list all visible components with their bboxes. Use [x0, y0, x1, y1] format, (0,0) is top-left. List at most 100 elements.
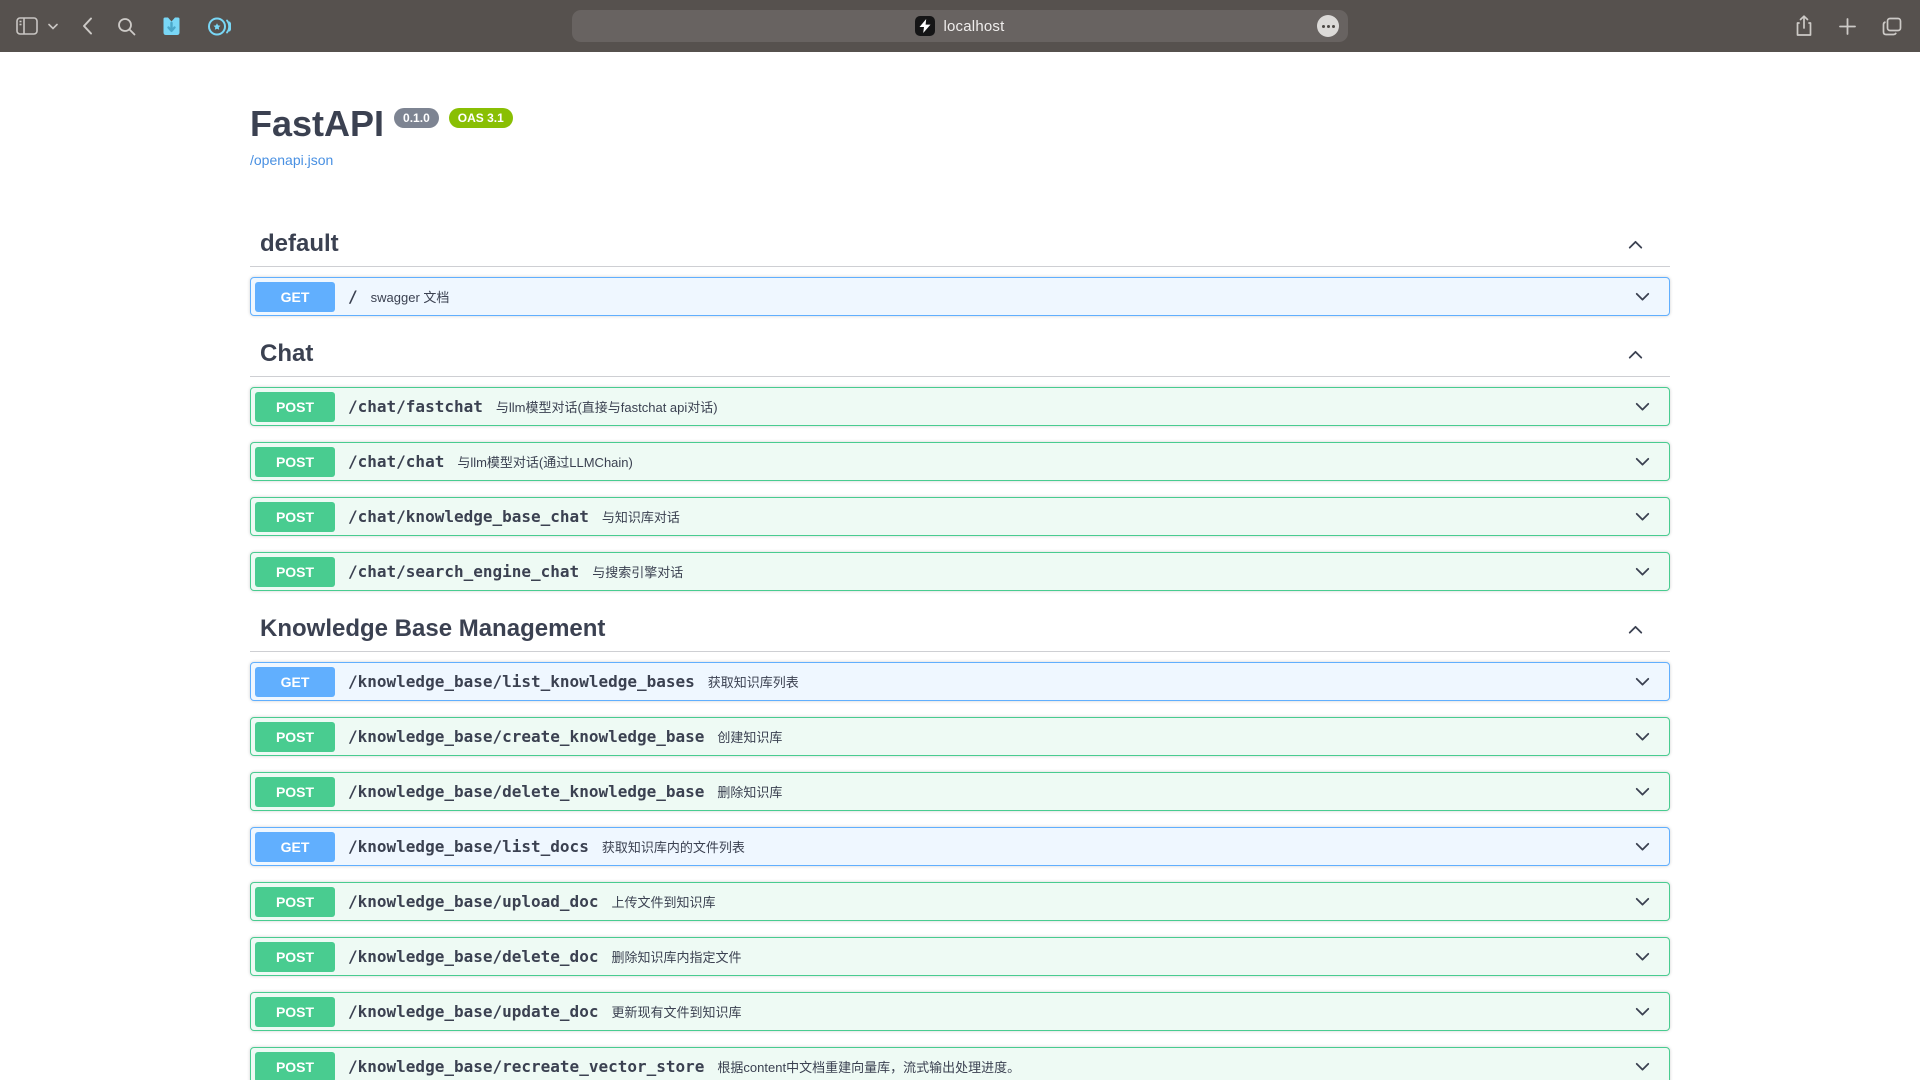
- section-title: default: [260, 230, 339, 258]
- endpoint-description: 创建知识库: [717, 727, 782, 746]
- browser-chrome: localhost: [0, 0, 1920, 52]
- endpoint-path: /knowledge_base/list_knowledge_bases: [348, 672, 695, 691]
- opblock-tag-section: Chat POST /chat/fastchat 与llm模型对话(直接与fas…: [250, 332, 1670, 591]
- page-content: FastAPI 0.1.0 OAS 3.1 /openapi.json defa…: [0, 52, 1920, 1080]
- expand-endpoint-button[interactable]: [1632, 451, 1665, 472]
- opblock-tag-section: Knowledge Base Management GET /knowledge…: [250, 607, 1670, 1080]
- extension-bookmark-icon[interactable]: [160, 15, 183, 38]
- opblock-tag-section: default GET / swagger 文档: [250, 222, 1670, 316]
- section-title: Chat: [260, 340, 313, 368]
- endpoint-path: /knowledge_base/update_doc: [348, 1002, 598, 1021]
- openapi-json-link[interactable]: /openapi.json: [250, 152, 333, 168]
- section-header[interactable]: Knowledge Base Management: [250, 607, 1670, 652]
- endpoint-description: 与知识库对话: [602, 507, 680, 526]
- method-badge: POST: [255, 447, 335, 477]
- collapse-section-button[interactable]: [1625, 234, 1660, 255]
- expand-endpoint-button[interactable]: [1632, 396, 1665, 417]
- endpoint-row[interactable]: POST /knowledge_base/delete_doc 删除知识库内指定…: [250, 937, 1670, 976]
- endpoint-path: /chat/fastchat: [348, 397, 483, 416]
- method-badge: POST: [255, 942, 335, 972]
- section-header[interactable]: default: [250, 222, 1670, 267]
- endpoint-path: /knowledge_base/delete_doc: [348, 947, 598, 966]
- method-badge: POST: [255, 997, 335, 1027]
- method-badge: GET: [255, 832, 335, 862]
- section-body: GET / swagger 文档: [250, 267, 1670, 316]
- section-header[interactable]: Chat: [250, 332, 1670, 377]
- endpoint-description: 删除知识库内指定文件: [611, 947, 741, 966]
- expand-endpoint-button[interactable]: [1632, 891, 1665, 912]
- api-info: FastAPI 0.1.0 OAS 3.1 /openapi.json: [250, 102, 1670, 170]
- share-icon[interactable]: [1795, 15, 1813, 37]
- section-body: POST /chat/fastchat 与llm模型对话(直接与fastchat…: [250, 377, 1670, 591]
- back-icon[interactable]: [82, 17, 93, 35]
- collapse-section-button[interactable]: [1625, 619, 1660, 640]
- endpoint-path: /knowledge_base/create_knowledge_base: [348, 727, 704, 746]
- expand-endpoint-button[interactable]: [1632, 1001, 1665, 1022]
- endpoint-description: 与llm模型对话(通过LLMChain): [457, 452, 633, 471]
- expand-endpoint-button[interactable]: [1632, 286, 1665, 307]
- toolbar-right: [1795, 0, 1902, 52]
- collapse-section-button[interactable]: [1625, 344, 1660, 365]
- section-title: Knowledge Base Management: [260, 615, 605, 643]
- method-badge: POST: [255, 722, 335, 752]
- expand-endpoint-button[interactable]: [1632, 726, 1665, 747]
- expand-endpoint-button[interactable]: [1632, 671, 1665, 692]
- expand-endpoint-button[interactable]: [1632, 836, 1665, 857]
- sidebar-toggle-icon[interactable]: [16, 17, 38, 35]
- endpoint-description: 与llm模型对话(直接与fastchat api对话): [496, 397, 718, 416]
- method-badge: POST: [255, 392, 335, 422]
- endpoint-description: 更新现有文件到知识库: [611, 1002, 741, 1021]
- endpoint-description: 删除知识库: [717, 782, 782, 801]
- search-icon[interactable]: [117, 17, 136, 36]
- endpoint-description: 根据content中文档重建向量库，流式输出处理进度。: [717, 1057, 1020, 1076]
- tab-overview-icon[interactable]: [1882, 17, 1902, 36]
- swagger-wrapper: FastAPI 0.1.0 OAS 3.1 /openapi.json defa…: [250, 52, 1670, 1080]
- url-text: localhost: [943, 18, 1004, 35]
- fastapi-favicon-icon: [915, 16, 935, 36]
- endpoint-path: /knowledge_base/upload_doc: [348, 892, 598, 911]
- expand-endpoint-button[interactable]: [1632, 781, 1665, 802]
- expand-endpoint-button[interactable]: [1632, 561, 1665, 582]
- address-bar[interactable]: localhost: [572, 10, 1348, 42]
- expand-endpoint-button[interactable]: [1632, 946, 1665, 967]
- endpoint-description: 获取知识库内的文件列表: [602, 837, 745, 856]
- new-tab-icon[interactable]: [1839, 18, 1856, 35]
- page-options-button[interactable]: [1317, 15, 1339, 37]
- endpoint-path: /knowledge_base/recreate_vector_store: [348, 1057, 704, 1076]
- extension-radar-icon[interactable]: [207, 15, 231, 38]
- endpoint-description: swagger 文档: [371, 287, 450, 306]
- method-badge: POST: [255, 777, 335, 807]
- expand-endpoint-button[interactable]: [1632, 1056, 1665, 1077]
- endpoint-description: 与搜索引擎对话: [592, 562, 683, 581]
- endpoint-row[interactable]: GET /knowledge_base/list_docs 获取知识库内的文件列…: [250, 827, 1670, 866]
- method-badge: POST: [255, 557, 335, 587]
- method-badge: GET: [255, 667, 335, 697]
- section-body: GET /knowledge_base/list_knowledge_bases…: [250, 652, 1670, 1080]
- endpoint-row[interactable]: GET /knowledge_base/list_knowledge_bases…: [250, 662, 1670, 701]
- sections-container: default GET / swagger 文档 Chat: [250, 222, 1670, 1080]
- endpoint-row[interactable]: POST /knowledge_base/recreate_vector_sto…: [250, 1047, 1670, 1080]
- sidebar-chevron-icon[interactable]: [48, 23, 58, 30]
- endpoint-row[interactable]: POST /chat/chat 与llm模型对话(通过LLMChain): [250, 442, 1670, 481]
- method-badge: POST: [255, 502, 335, 532]
- endpoint-path: /knowledge_base/delete_knowledge_base: [348, 782, 704, 801]
- page-title: FastAPI: [250, 102, 384, 146]
- endpoint-row[interactable]: POST /knowledge_base/delete_knowledge_ba…: [250, 772, 1670, 811]
- endpoint-path: /chat/chat: [348, 452, 444, 471]
- oas-badge: OAS 3.1: [449, 108, 513, 128]
- endpoint-row[interactable]: POST /knowledge_base/update_doc 更新现有文件到知…: [250, 992, 1670, 1031]
- endpoint-description: 上传文件到知识库: [611, 892, 715, 911]
- method-badge: POST: [255, 887, 335, 917]
- endpoint-row[interactable]: GET / swagger 文档: [250, 277, 1670, 316]
- toolbar-left: [0, 15, 231, 38]
- endpoint-row[interactable]: POST /chat/knowledge_base_chat 与知识库对话: [250, 497, 1670, 536]
- endpoint-row[interactable]: POST /knowledge_base/create_knowledge_ba…: [250, 717, 1670, 756]
- endpoint-row[interactable]: POST /knowledge_base/upload_doc 上传文件到知识库: [250, 882, 1670, 921]
- endpoint-description: 获取知识库列表: [708, 672, 799, 691]
- version-badge: 0.1.0: [394, 108, 439, 128]
- endpoint-path: /knowledge_base/list_docs: [348, 837, 589, 856]
- endpoint-path: /chat/knowledge_base_chat: [348, 507, 589, 526]
- endpoint-row[interactable]: POST /chat/fastchat 与llm模型对话(直接与fastchat…: [250, 387, 1670, 426]
- endpoint-row[interactable]: POST /chat/search_engine_chat 与搜索引擎对话: [250, 552, 1670, 591]
- expand-endpoint-button[interactable]: [1632, 506, 1665, 527]
